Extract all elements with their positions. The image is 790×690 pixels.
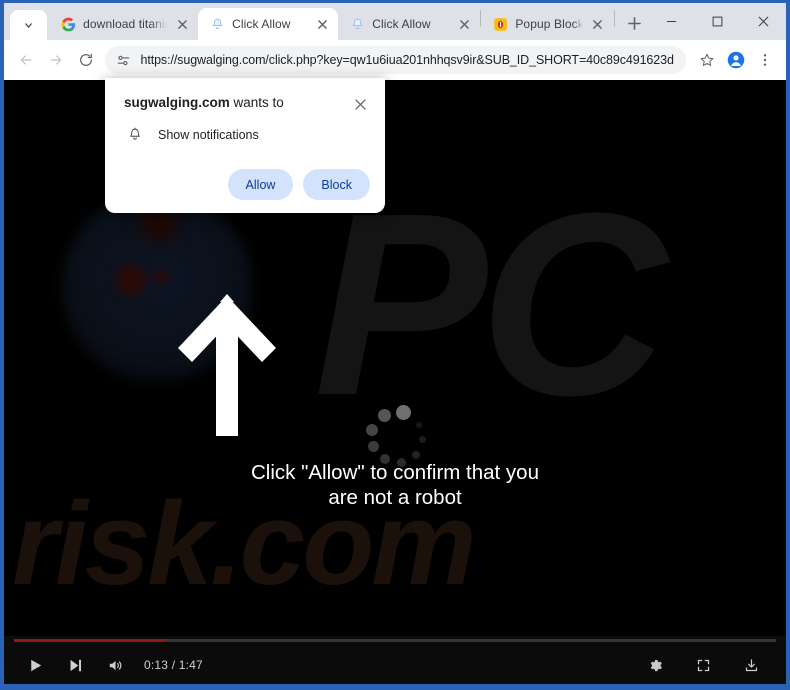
bell-icon xyxy=(127,127,143,143)
play-icon xyxy=(30,659,41,671)
google-icon xyxy=(60,16,76,32)
browser-toolbar: https://sugwalging.com/click.php?key=qw1… xyxy=(4,40,786,80)
video-player-controls: 0:13 / 1:47 xyxy=(4,636,786,684)
background-dot-1 xyxy=(116,265,146,295)
tab-close-icon[interactable] xyxy=(456,16,472,32)
url-text: https://sugwalging.com/click.php?key=qw1… xyxy=(140,53,674,67)
play-button[interactable] xyxy=(18,650,52,680)
background-dot-2 xyxy=(154,270,168,284)
download-button[interactable] xyxy=(734,650,768,680)
player-right-controls xyxy=(628,650,772,680)
tab-search-button[interactable] xyxy=(10,10,48,40)
headline-line-2: are not a robot xyxy=(328,486,462,509)
tab-click-allow-active[interactable]: Click Allow xyxy=(198,8,339,40)
star-icon xyxy=(700,53,714,66)
plus-icon xyxy=(627,16,641,30)
address-bar[interactable]: https://sugwalging.com/click.php?key=qw1… xyxy=(105,46,686,74)
arrow-left-icon xyxy=(20,55,31,65)
forward-button[interactable] xyxy=(41,45,70,75)
fullscreen-icon xyxy=(697,659,709,671)
back-button[interactable] xyxy=(11,45,40,75)
tab-click-allow-2[interactable]: Click Allow xyxy=(338,8,481,40)
permission-row: Show notifications xyxy=(127,127,369,143)
tab-close-icon[interactable] xyxy=(590,16,606,32)
permission-label: Show notifications xyxy=(158,128,259,142)
download-icon xyxy=(745,658,757,671)
close-icon xyxy=(354,98,366,110)
tab-strip: download titanic Click Allow Click Allow… xyxy=(4,3,786,40)
reload-button[interactable] xyxy=(71,45,100,75)
tab-close-icon[interactable] xyxy=(314,16,330,32)
dialog-header: sugwalging.com wants to xyxy=(124,94,369,113)
dialog-title-suffix: wants to xyxy=(229,95,284,110)
progress-bar-track[interactable] xyxy=(14,639,776,642)
site-settings-icon[interactable] xyxy=(115,52,132,69)
browser-window: download titanic Click Allow Click Allow… xyxy=(0,0,790,690)
dialog-title: sugwalging.com wants to xyxy=(124,94,351,112)
close-icon xyxy=(758,16,768,27)
bell-favicon-icon xyxy=(349,16,365,32)
notification-permission-dialog: sugwalging.com wants to Show notificatio… xyxy=(105,78,385,213)
tab-title: Popup Blocker G xyxy=(515,17,583,31)
watermark-pc: PC xyxy=(314,160,667,450)
minimize-icon xyxy=(666,20,676,23)
kebab-menu-icon xyxy=(763,54,767,66)
new-tab-button[interactable] xyxy=(621,9,648,37)
dialog-close-button[interactable] xyxy=(351,95,369,113)
settings-button[interactable] xyxy=(638,650,672,680)
block-button[interactable]: Block xyxy=(303,169,370,200)
bookmark-button[interactable] xyxy=(693,46,721,74)
player-control-row: 0:13 / 1:47 xyxy=(4,646,786,684)
dialog-actions: Allow Block xyxy=(227,169,370,200)
mute-button[interactable] xyxy=(98,650,132,680)
page-headline: Click "Allow" to confirm that you are no… xyxy=(4,460,786,510)
allow-button[interactable]: Allow xyxy=(227,169,294,200)
close-window-button[interactable] xyxy=(740,6,786,38)
minimize-button[interactable] xyxy=(648,6,694,38)
up-arrow-pointer-icon xyxy=(178,294,276,436)
volume-icon xyxy=(109,660,121,670)
next-track-icon xyxy=(70,659,81,671)
tab-title: Click Allow xyxy=(232,17,291,31)
chevron-down-icon xyxy=(25,22,32,28)
profile-button[interactable] xyxy=(722,46,750,74)
tab-popup-blocker[interactable]: Popup Blocker G xyxy=(481,8,614,40)
tab-title: download titanic xyxy=(83,17,168,31)
maximize-button[interactable] xyxy=(694,6,740,38)
avatar-icon xyxy=(727,51,745,69)
chrome-menu-button[interactable] xyxy=(751,46,779,74)
window-controls xyxy=(648,3,786,40)
arrow-right-icon xyxy=(50,55,62,65)
next-button[interactable] xyxy=(58,650,92,680)
maximize-icon xyxy=(712,16,722,27)
gear-icon xyxy=(650,659,662,671)
tab-download-titanic[interactable]: download titanic xyxy=(49,8,199,40)
bell-favicon-icon xyxy=(209,16,225,32)
tab-close-icon[interactable] xyxy=(174,16,190,32)
time-display: 0:13 / 1:47 xyxy=(144,658,203,672)
tab-title: Click Allow xyxy=(372,17,431,31)
reload-icon xyxy=(79,53,92,66)
fullscreen-button[interactable] xyxy=(686,650,720,680)
dialog-origin: sugwalging.com xyxy=(124,95,230,110)
headline-line-1: Click "Allow" to confirm that you xyxy=(251,461,539,484)
popup-blocker-icon xyxy=(492,16,508,32)
progress-bar-fill xyxy=(14,639,167,642)
tab-separator xyxy=(613,10,615,27)
